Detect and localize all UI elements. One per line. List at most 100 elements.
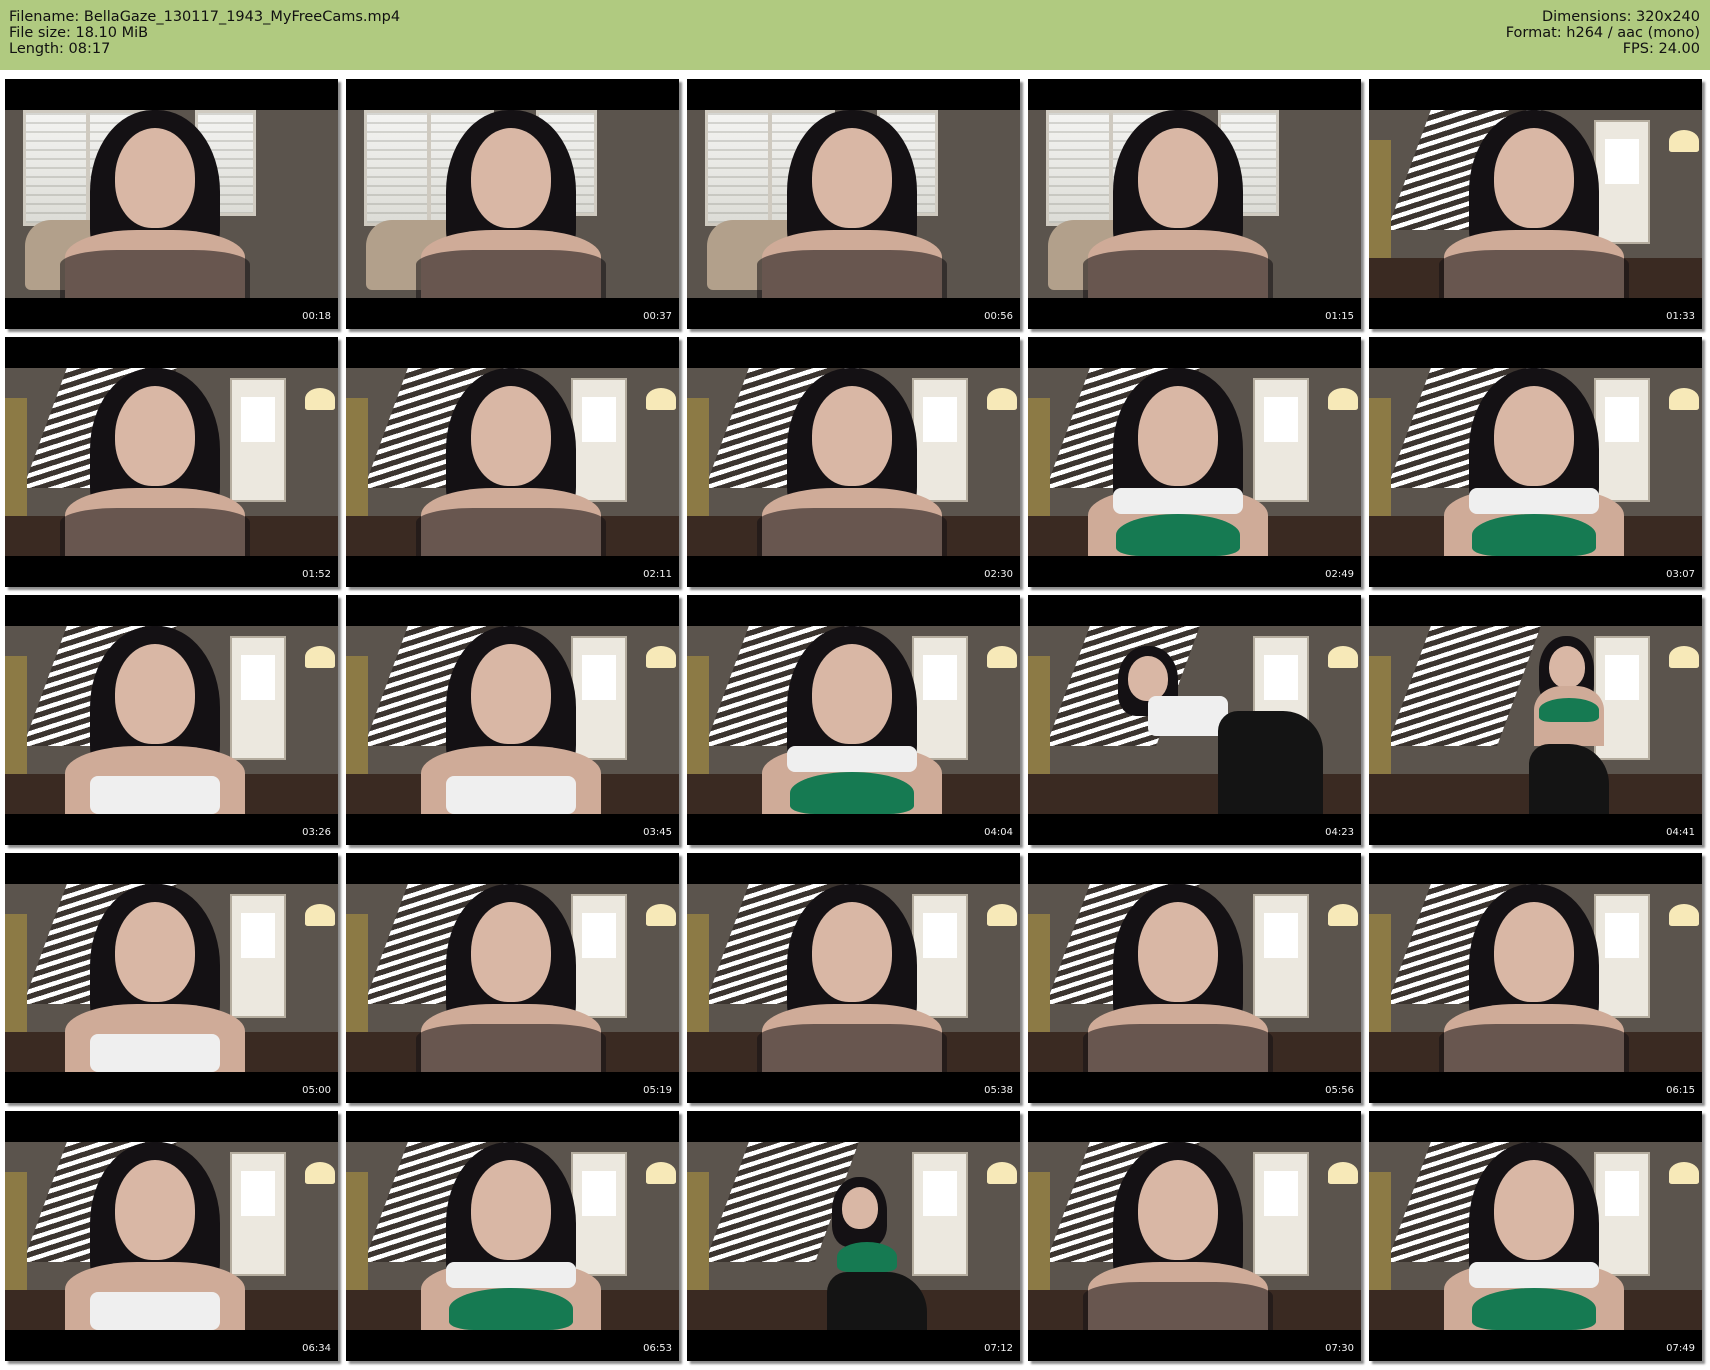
lamp — [1328, 388, 1358, 410]
video-thumbnail[interactable]: 02:30 — [687, 337, 1020, 587]
timestamp-label: 03:26 — [302, 827, 331, 838]
lamp — [987, 388, 1017, 410]
video-frame — [687, 884, 1020, 1072]
video-thumbnail[interactable]: 05:00 — [5, 853, 338, 1103]
video-thumbnail[interactable]: 03:45 — [346, 595, 679, 845]
timestamp-label: 05:19 — [643, 1085, 672, 1096]
timestamp-label: 01:33 — [1666, 311, 1695, 322]
video-thumbnail[interactable]: 06:34 — [5, 1111, 338, 1361]
video-thumbnail[interactable]: 01:15 — [1028, 79, 1361, 329]
dark-top — [757, 508, 947, 556]
video-thumbnail[interactable]: 02:49 — [1028, 337, 1361, 587]
video-frame — [5, 110, 338, 298]
video-thumbnail[interactable]: 03:26 — [5, 595, 338, 845]
face — [1494, 386, 1574, 486]
dark-top — [60, 508, 250, 556]
video-thumbnail[interactable]: 04:41 — [1369, 595, 1702, 845]
timestamp-label: 02:11 — [643, 569, 672, 580]
lamp — [646, 904, 676, 926]
video-thumbnail[interactable]: 00:56 — [687, 79, 1020, 329]
staircase — [1387, 626, 1541, 746]
dark-top — [1083, 1024, 1273, 1072]
length-text: Length: 08:17 — [9, 41, 111, 57]
video-frame — [687, 110, 1020, 298]
face — [471, 902, 551, 1002]
video-frame — [5, 1142, 338, 1330]
window — [1046, 110, 1112, 226]
video-thumbnail[interactable]: 00:18 — [5, 79, 338, 329]
video-frame — [346, 368, 679, 556]
dark-top — [757, 1024, 947, 1072]
face — [115, 386, 195, 486]
green-bra — [1539, 698, 1599, 722]
lamp — [305, 388, 335, 410]
timestamp-label: 01:15 — [1325, 311, 1354, 322]
door — [912, 1152, 968, 1276]
video-frame — [687, 626, 1020, 814]
video-frame — [346, 1142, 679, 1330]
black-pants — [1529, 744, 1609, 814]
lamp — [1669, 388, 1699, 410]
video-frame — [346, 626, 679, 814]
face — [115, 644, 195, 744]
video-frame — [687, 368, 1020, 556]
media-info: Dimensions: 320x240 Format: h264 / aac (… — [1506, 9, 1700, 57]
video-thumbnail[interactable]: 01:33 — [1369, 79, 1702, 329]
video-thumbnail[interactable]: 02:11 — [346, 337, 679, 587]
video-frame — [1028, 626, 1361, 814]
lamp — [987, 1162, 1017, 1184]
face — [1128, 656, 1168, 701]
video-thumbnail[interactable]: 07:49 — [1369, 1111, 1702, 1361]
timestamp-label: 06:53 — [643, 1343, 672, 1354]
face — [812, 386, 892, 486]
video-thumbnail[interactable]: 00:37 — [346, 79, 679, 329]
timestamp-label: 05:38 — [984, 1085, 1013, 1096]
video-thumbnail[interactable]: 05:19 — [346, 853, 679, 1103]
dark-top — [416, 508, 606, 556]
video-thumbnail[interactable]: 07:12 — [687, 1111, 1020, 1361]
timestamp-label: 00:18 — [302, 311, 331, 322]
video-thumbnail[interactable]: 06:53 — [346, 1111, 679, 1361]
video-frame — [1028, 1142, 1361, 1330]
video-thumbnail[interactable]: 07:30 — [1028, 1111, 1361, 1361]
fps-text: FPS: 24.00 — [1622, 41, 1700, 57]
window — [364, 110, 430, 226]
face — [1138, 1160, 1218, 1260]
video-frame — [1028, 884, 1361, 1072]
timestamp-label: 07:30 — [1325, 1343, 1354, 1354]
video-thumbnail[interactable]: 06:15 — [1369, 853, 1702, 1103]
video-frame — [5, 626, 338, 814]
face — [812, 128, 892, 228]
video-thumbnail[interactable]: 04:04 — [687, 595, 1020, 845]
door — [912, 636, 968, 760]
white-top — [1469, 1262, 1599, 1288]
lamp — [305, 1162, 335, 1184]
face — [115, 1160, 195, 1260]
door — [571, 1152, 627, 1276]
face — [471, 1160, 551, 1260]
face — [471, 644, 551, 744]
timestamp-label: 04:23 — [1325, 827, 1354, 838]
video-thumbnail[interactable]: 01:52 — [5, 337, 338, 587]
timestamp-label: 02:30 — [984, 569, 1013, 580]
door — [1253, 894, 1309, 1018]
door — [571, 636, 627, 760]
green-bra — [1472, 514, 1596, 556]
thumbnail-grid: 00:18 00:37 00:56 01:15 01:33 01:52 02:11 02:30… — [5, 79, 1707, 1366]
video-thumbnail[interactable]: 03:07 — [1369, 337, 1702, 587]
face — [471, 128, 551, 228]
lamp — [987, 904, 1017, 926]
lamp — [1328, 904, 1358, 926]
timestamp-label: 04:04 — [984, 827, 1013, 838]
face — [1138, 386, 1218, 486]
lamp — [1669, 1162, 1699, 1184]
green-bra — [449, 1288, 573, 1330]
lamp — [1328, 1162, 1358, 1184]
door — [1253, 1152, 1309, 1276]
video-thumbnail[interactable]: 04:23 — [1028, 595, 1361, 845]
video-thumbnail[interactable]: 05:38 — [687, 853, 1020, 1103]
face — [812, 644, 892, 744]
door — [571, 378, 627, 502]
video-thumbnail[interactable]: 05:56 — [1028, 853, 1361, 1103]
timestamp-label: 07:49 — [1666, 1343, 1695, 1354]
